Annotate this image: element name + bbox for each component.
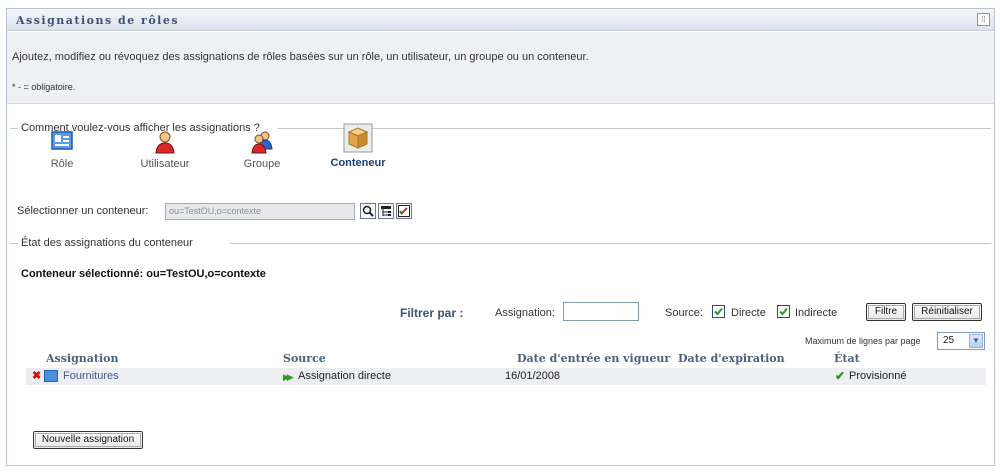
column-header-expiration-date[interactable]: Date d'expiration xyxy=(678,352,785,365)
view-option-group[interactable]: Groupe xyxy=(222,130,302,170)
assignment-link[interactable]: Fournitures xyxy=(63,370,119,382)
view-option-label: Groupe xyxy=(243,158,281,170)
reset-button-label: Réinitialiser xyxy=(914,305,980,319)
view-option-label: Utilisateur xyxy=(140,158,190,170)
direct-checkbox[interactable] xyxy=(712,305,725,318)
search-icon[interactable] xyxy=(360,203,376,219)
fieldset-line xyxy=(10,128,18,129)
status-section-legend: État des assignations du conteneur xyxy=(21,237,193,249)
filter-button-label: Filtre xyxy=(868,305,904,319)
panel-title: Assignations de rôles xyxy=(16,14,180,27)
grip-icon[interactable]: ⁞⁞ xyxy=(977,13,990,26)
chevron-down-icon[interactable]: ▼ xyxy=(969,334,983,348)
double-arrow-icon: ▶▶ xyxy=(283,372,294,382)
required-note: * - = obligatoire. xyxy=(12,82,76,92)
checkmark-icon xyxy=(714,307,723,316)
view-option-container[interactable]: Conteneur xyxy=(318,123,398,169)
direct-label: Directe xyxy=(731,307,766,319)
indirect-checkbox[interactable] xyxy=(777,305,790,318)
column-header-state[interactable]: État xyxy=(834,352,860,365)
intro-area: Ajoutez, modifiez ou révoquez des assign… xyxy=(7,32,994,104)
select-container-label: Sélectionner un conteneur: xyxy=(17,205,149,217)
view-option-label: Rôle xyxy=(50,158,74,170)
max-rows-label: Maximum de lignes par page xyxy=(805,336,921,346)
fieldset-line xyxy=(10,243,18,244)
fieldset-line xyxy=(230,243,991,244)
new-assignment-button[interactable]: Nouvelle assignation xyxy=(33,431,143,449)
filter-button[interactable]: Filtre xyxy=(866,303,906,321)
intro-text: Ajoutez, modifiez ou révoquez des assign… xyxy=(12,51,589,63)
tree-browse-icon[interactable] xyxy=(378,203,394,219)
group-icon xyxy=(250,130,274,154)
checkmark-icon xyxy=(779,307,788,316)
fieldset-line xyxy=(278,128,991,129)
source-label: Source: xyxy=(665,307,703,319)
view-option-label: Conteneur xyxy=(330,157,386,169)
max-rows-select[interactable]: 25 ▼ xyxy=(937,332,985,350)
assignment-filter-label: Assignation: xyxy=(495,307,555,319)
state-cell: Provisionné xyxy=(849,370,907,382)
assignment-filter-input[interactable] xyxy=(563,302,639,321)
role-card-icon xyxy=(50,130,74,154)
user-icon xyxy=(153,130,177,154)
panel-header: Assignations de rôles ⁞⁞ xyxy=(7,9,994,31)
view-option-role[interactable]: Rôle xyxy=(22,130,102,170)
effective-date-cell: 16/01/2008 xyxy=(505,370,561,382)
delete-icon[interactable]: ✖ xyxy=(32,370,41,382)
reset-button[interactable]: Réinitialiser xyxy=(912,303,982,321)
container-box-icon xyxy=(343,123,373,153)
selected-container-text: Conteneur sélectionné: ou=TestOU,o=conte… xyxy=(21,268,266,280)
indirect-label: Indirecte xyxy=(795,307,838,319)
column-header-effective-date[interactable]: Date d'entrée en vigueur xyxy=(517,352,670,365)
role-card-icon xyxy=(44,370,58,382)
history-edit-icon[interactable] xyxy=(396,203,412,219)
source-cell: Assignation directe xyxy=(298,370,391,382)
filter-label: Filtrer par : xyxy=(400,306,464,320)
checkmark-icon: ✔ xyxy=(835,369,846,383)
container-field[interactable]: ou=TestOU,o=contexte xyxy=(165,203,355,220)
view-option-user[interactable]: Utilisateur xyxy=(125,130,205,170)
column-header-source[interactable]: Source xyxy=(283,352,326,365)
max-rows-value: 25 xyxy=(943,335,955,346)
column-header-assignment[interactable]: Assignation xyxy=(46,352,119,365)
new-assignment-button-label: Nouvelle assignation xyxy=(35,433,141,447)
